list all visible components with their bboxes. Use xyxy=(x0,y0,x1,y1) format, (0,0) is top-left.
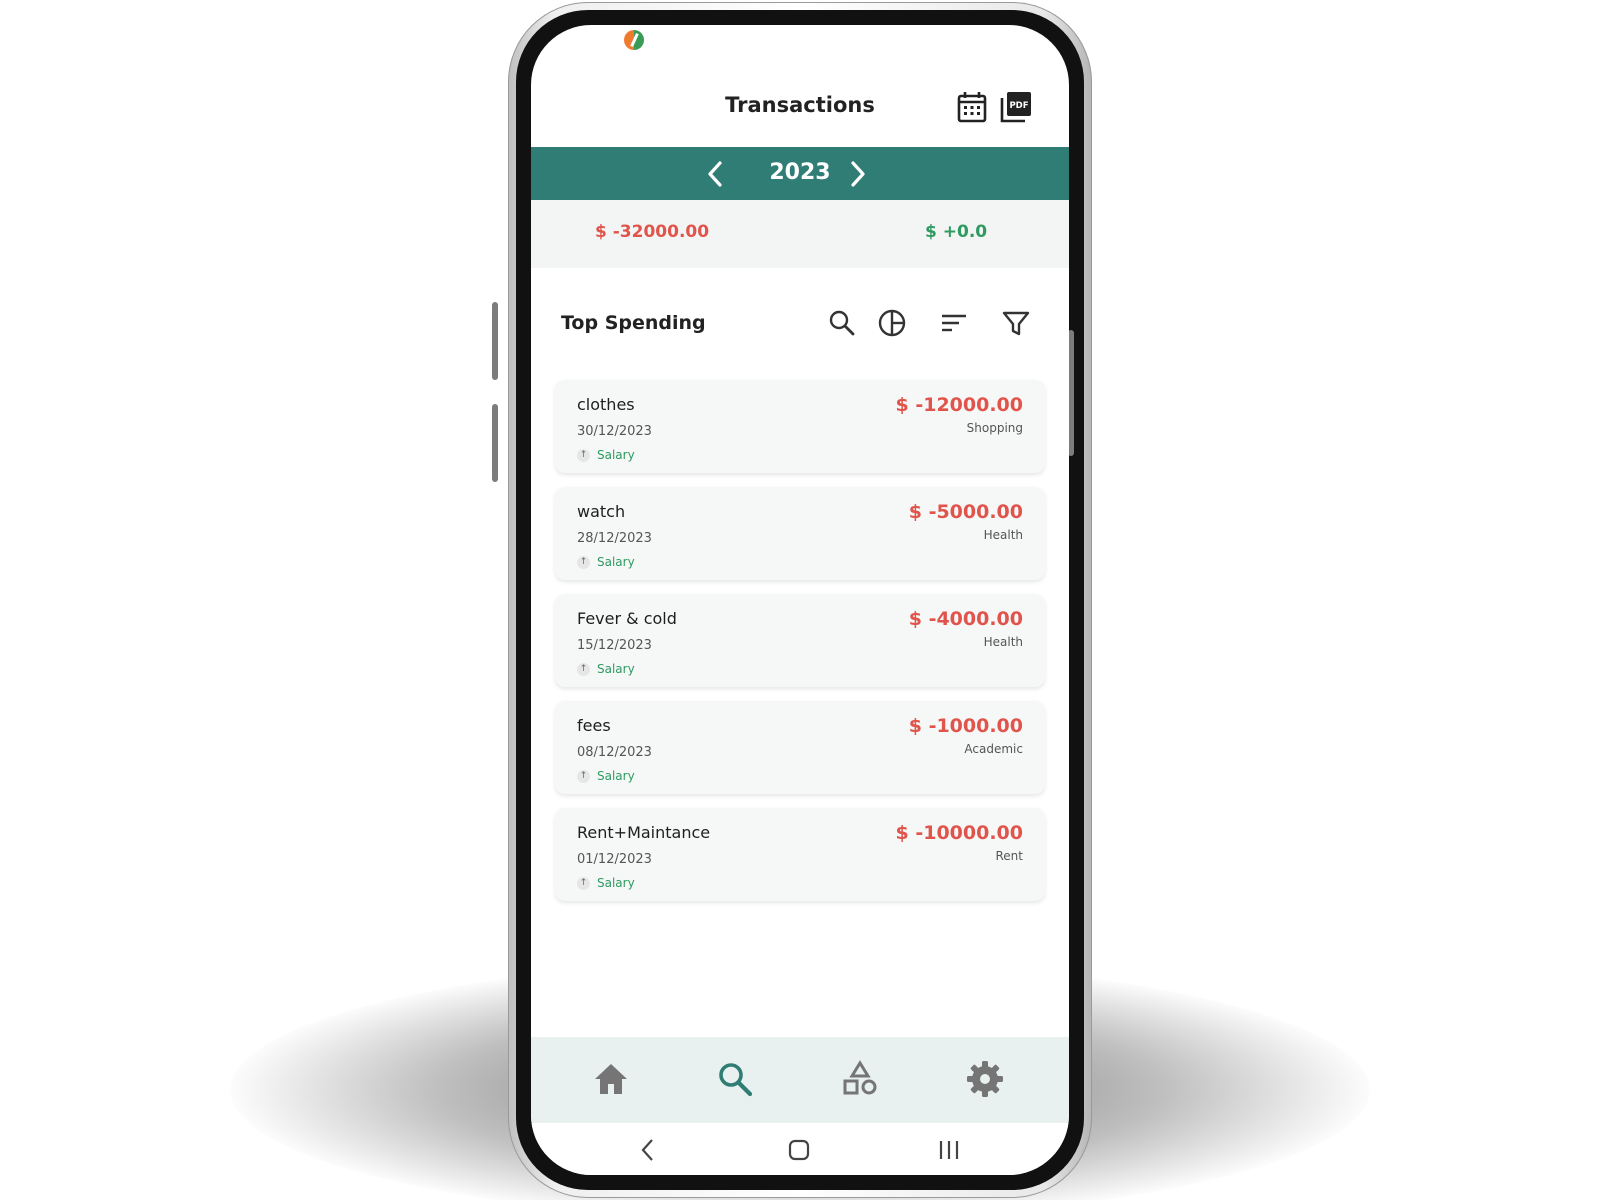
account-label: Salary xyxy=(597,448,635,462)
transaction-amount: $ -5000.00 xyxy=(908,501,1023,523)
transaction-name: Fever & cold xyxy=(577,609,677,628)
app-screen: Transactions PDF 2023 $ -32000.00 $ +0.0… xyxy=(531,25,1069,1175)
chevron-right-icon[interactable] xyxy=(842,159,872,189)
system-nav-bar xyxy=(531,1123,1069,1175)
bottom-nav xyxy=(531,1037,1069,1123)
arrow-up-icon: ↑ xyxy=(577,663,590,676)
account-label: Salary xyxy=(597,769,635,783)
total-expense: $ -32000.00 xyxy=(595,222,710,242)
transaction-amount: $ -4000.00 xyxy=(908,608,1023,630)
volume-down-button xyxy=(492,404,498,482)
transaction-card[interactable]: fees 08/12/2023 ↑ Salary $ -1000.00 Academic xyxy=(555,701,1045,794)
recents-icon[interactable] xyxy=(936,1137,962,1163)
transaction-date: 28/12/2023 xyxy=(577,531,652,546)
arrow-up-icon: ↑ xyxy=(577,556,590,569)
calendar-icon[interactable] xyxy=(955,90,989,124)
totals-summary: $ -32000.00 $ +0.0 xyxy=(531,200,1069,268)
transaction-amount: $ -10000.00 xyxy=(895,822,1023,844)
title-bar: Transactions PDF xyxy=(531,65,1069,147)
home-button-icon[interactable] xyxy=(786,1137,812,1163)
transaction-category: Health xyxy=(983,528,1023,542)
transaction-category: Shopping xyxy=(966,421,1023,435)
pdf-export-icon[interactable]: PDF xyxy=(999,90,1033,124)
arrow-up-icon: ↑ xyxy=(577,877,590,890)
search-icon[interactable] xyxy=(827,308,857,338)
sort-icon[interactable] xyxy=(939,308,969,338)
account-label: Salary xyxy=(597,555,635,569)
transaction-list: clothes 30/12/2023 ↑ Salary $ -12000.00 Shopp… xyxy=(555,380,1045,915)
pdf-label: PDF xyxy=(1009,101,1028,111)
pie-chart-icon[interactable] xyxy=(877,308,907,338)
transaction-date: 30/12/2023 xyxy=(577,424,652,439)
section-title: Top Spending xyxy=(561,312,706,334)
settings-icon[interactable] xyxy=(965,1059,1005,1099)
transaction-card[interactable]: Rent+Maintance 01/12/2023 ↑ Salary $ -10000.… xyxy=(555,808,1045,901)
home-icon[interactable] xyxy=(591,1059,631,1099)
transaction-date: 08/12/2023 xyxy=(577,745,652,760)
arrow-up-icon: ↑ xyxy=(577,770,590,783)
transaction-name: fees xyxy=(577,716,611,735)
transaction-name: watch xyxy=(577,502,626,521)
volume-up-button xyxy=(492,302,498,380)
categories-icon[interactable] xyxy=(840,1059,880,1099)
transaction-category: Rent xyxy=(995,849,1024,863)
app-logo-icon xyxy=(624,30,644,50)
year-selector: 2023 xyxy=(531,147,1069,200)
account-label: Salary xyxy=(597,662,635,676)
year-label: 2023 xyxy=(769,160,831,185)
transaction-category: Academic xyxy=(964,742,1023,756)
transaction-category: Health xyxy=(983,635,1023,649)
transaction-name: clothes xyxy=(577,395,635,414)
transaction-card[interactable]: clothes 30/12/2023 ↑ Salary $ -12000.00 Shopp… xyxy=(555,380,1045,473)
filter-icon[interactable] xyxy=(1001,308,1031,338)
total-income: $ +0.0 xyxy=(925,222,988,242)
stage: Transactions PDF 2023 $ -32000.00 $ +0.0… xyxy=(0,0,1600,1200)
transaction-date: 15/12/2023 xyxy=(577,638,652,653)
back-icon[interactable] xyxy=(635,1137,661,1163)
search-icon[interactable] xyxy=(715,1059,755,1099)
transaction-amount: $ -12000.00 xyxy=(895,394,1023,416)
transaction-amount: $ -1000.00 xyxy=(908,715,1023,737)
transaction-card[interactable]: Fever & cold 15/12/2023 ↑ Salary $ -4000.00 H… xyxy=(555,594,1045,687)
transaction-card[interactable]: watch 28/12/2023 ↑ Salary $ -5000.00 Health xyxy=(555,487,1045,580)
account-label: Salary xyxy=(597,876,635,890)
transaction-date: 01/12/2023 xyxy=(577,852,652,867)
transaction-name: Rent+Maintance xyxy=(577,823,711,842)
arrow-up-icon: ↑ xyxy=(577,449,590,462)
